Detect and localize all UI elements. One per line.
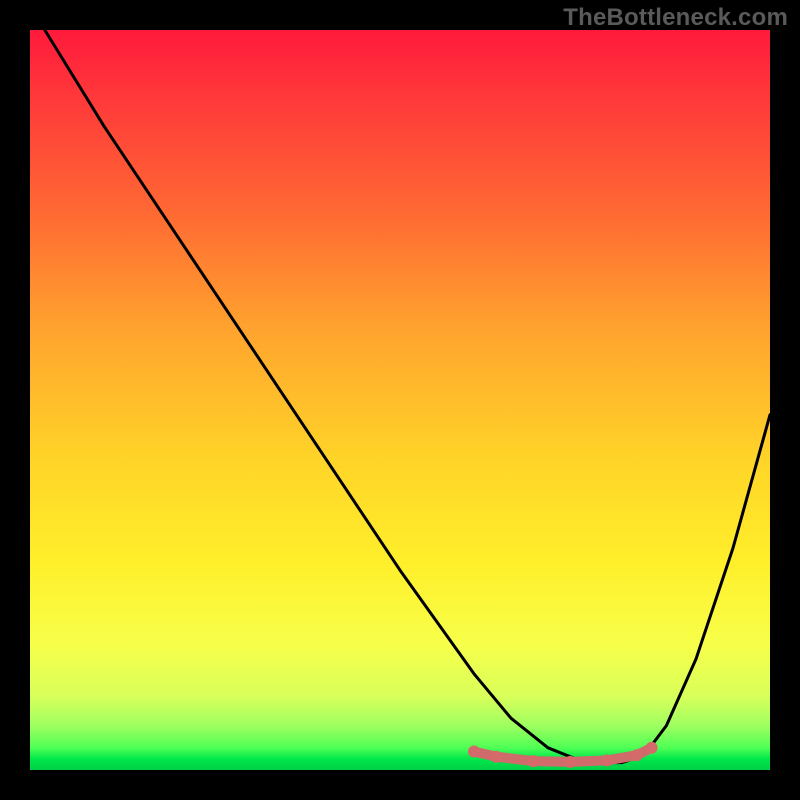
highlight-dot [564,756,576,768]
watermark-text: TheBottleneck.com [563,4,788,32]
plot-area [30,30,770,770]
highlight-dot [631,749,643,761]
highlight-dot [468,746,480,758]
chart-root: TheBottleneck.com [0,0,800,800]
curve-layer [30,30,770,770]
bottleneck-curve [45,30,770,763]
highlight-dot [527,755,539,767]
highlight-dot [490,751,502,763]
highlight-dot [601,754,613,766]
highlight-dot [646,742,658,754]
